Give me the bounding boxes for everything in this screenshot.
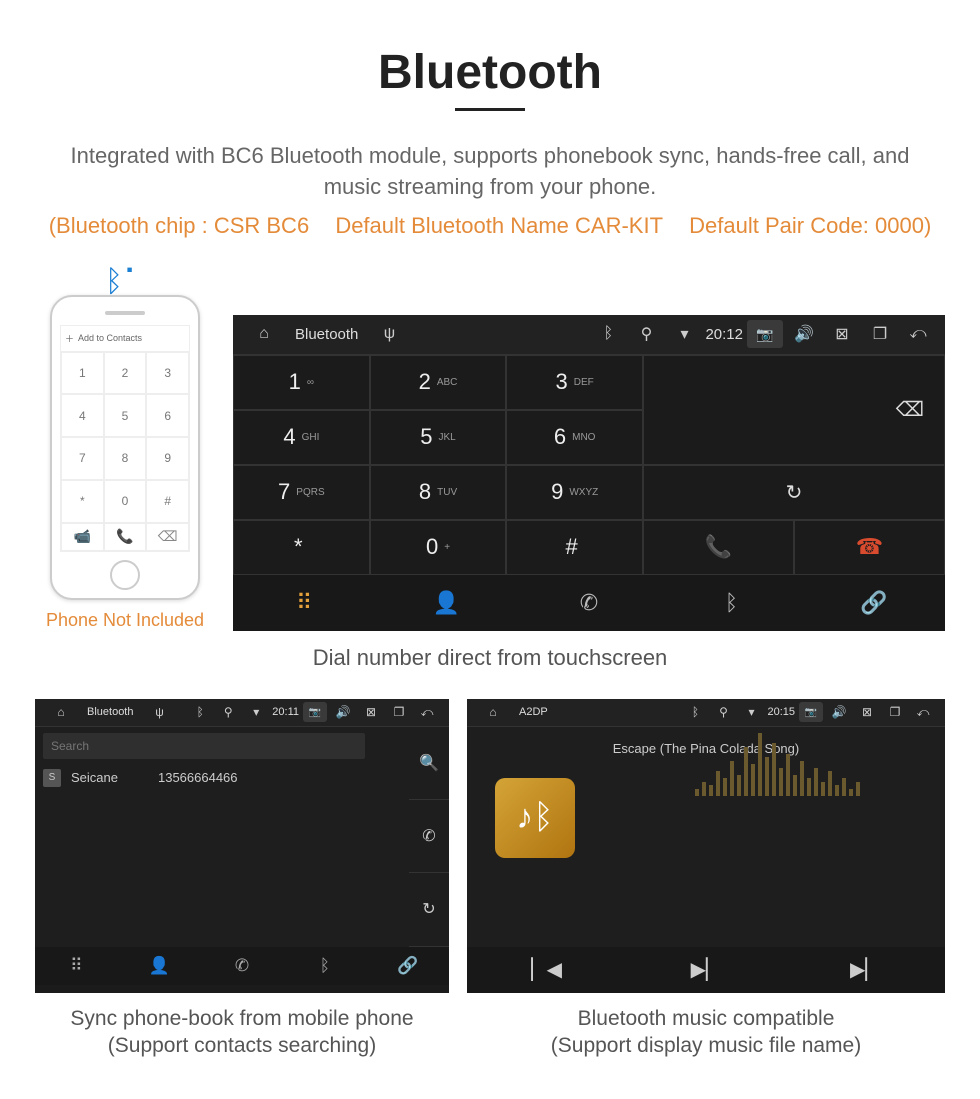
phone-column: ᛒ⠁ ＋ Add to Contacts 123 456 789 *0# [35, 264, 215, 631]
key-1[interactable]: 1∞ [233, 355, 370, 410]
key-7[interactable]: 7PQRS [233, 465, 370, 520]
statusbar-clock: 20:15 [767, 706, 795, 718]
hangup-button[interactable]: ☎ [794, 520, 945, 575]
statusbar-clock: 20:11 [272, 706, 299, 718]
music-panel: ⌂ A2DP ᛒ ⚲ ▾ 20:15 📷 🔊 ⊠ ❐ ⤺ [467, 699, 945, 1060]
bluetooth-icon: ᛒ [188, 700, 212, 724]
close-icon[interactable]: ⊠ [825, 317, 859, 351]
spec-chip: (Bluetooth chip : CSR BC6 [49, 213, 309, 238]
location-icon: ⚲ [216, 700, 240, 724]
dial-keypad: 1∞ 2ABC 3DEF 4GHI 5JKL 6MNO 7PQRS 8TUV 9… [233, 355, 643, 575]
screenshot-icon[interactable]: 📷 [747, 320, 783, 348]
intro-text: Integrated with BC6 Bluetooth module, su… [55, 141, 925, 203]
tab-calllog[interactable]: ✆ [518, 575, 660, 631]
home-icon[interactable]: ⌂ [247, 317, 281, 351]
key-star[interactable]: * [233, 520, 370, 575]
number-display: ⌫ [643, 355, 945, 465]
page-title: Bluetooth [35, 45, 945, 100]
key-2[interactable]: 2ABC [370, 355, 507, 410]
volume-icon[interactable]: 🔊 [331, 700, 355, 724]
back-icon[interactable]: ⤺ [901, 317, 935, 351]
back-icon[interactable]: ⤺ [911, 700, 935, 724]
recents-icon[interactable]: ❐ [387, 700, 411, 724]
dialer-headunit: ⌂ Bluetooth ψ ᛒ ⚲ ▾ 20:12 📷 🔊 ⊠ ❐ ⤺ [233, 315, 945, 631]
equalizer [695, 726, 945, 796]
key-9[interactable]: 9WXYZ [506, 465, 643, 520]
bluetooth-signal-icon: ᛒ⠁ [35, 264, 215, 299]
backspace-icon[interactable]: ⌫ [896, 397, 924, 422]
tab-bluetooth[interactable]: ᛒ [660, 575, 802, 631]
key-8[interactable]: 8TUV [370, 465, 507, 520]
refresh-icon[interactable]: ↻ [409, 873, 449, 946]
recents-icon[interactable]: ❐ [883, 700, 907, 724]
refresh-button[interactable]: ↻ [643, 465, 945, 520]
play-pause-button[interactable]: ▶▏ [626, 947, 785, 993]
contact-number: 13566664466 [158, 770, 238, 785]
bluetooth-icon: ᛒ [591, 317, 625, 351]
usb-icon: ψ [372, 317, 406, 351]
smartphone-mock: ＋ Add to Contacts 123 456 789 *0# 📹 📞 ⌫ [50, 295, 200, 600]
album-art-icon: ♪ᛒ [495, 778, 575, 858]
bluetooth-icon: ᛒ [683, 700, 707, 724]
statusbar-title: A2DP [519, 706, 548, 718]
dialer-caption: Dial number direct from touchscreen [35, 645, 945, 671]
tab-contacts[interactable]: 👤 [118, 947, 201, 985]
spec-line: (Bluetooth chip : CSR BC6 Default Blueto… [35, 213, 945, 239]
statusbar-title: Bluetooth [87, 706, 133, 718]
next-track-button[interactable]: ▶▏ [786, 947, 945, 993]
contact-name: Seicane [71, 770, 118, 785]
key-3[interactable]: 3DEF [506, 355, 643, 410]
key-4[interactable]: 4GHI [233, 410, 370, 465]
usb-icon: ψ [147, 700, 171, 724]
prev-track-button[interactable]: ▏◀ [467, 947, 626, 993]
tab-contacts[interactable]: 👤 [375, 575, 517, 631]
tab-link[interactable]: 🔗 [803, 575, 945, 631]
home-icon[interactable]: ⌂ [49, 700, 73, 724]
phone-add-contacts: Add to Contacts [78, 333, 142, 343]
title-underline [455, 108, 525, 111]
close-icon[interactable]: ⊠ [855, 700, 879, 724]
volume-icon[interactable]: 🔊 [787, 317, 821, 351]
wifi-icon: ▾ [667, 317, 701, 351]
phonebook-caption: Sync phone-book from mobile phone (Suppo… [35, 1005, 449, 1060]
key-0[interactable]: 0+ [370, 520, 507, 575]
key-6[interactable]: 6MNO [506, 410, 643, 465]
phone-keypad: 123 456 789 *0# [61, 352, 189, 523]
music-caption: Bluetooth music compatible (Support disp… [467, 1005, 945, 1060]
contact-avatar: S [43, 769, 61, 787]
call-icon[interactable]: ✆ [409, 800, 449, 873]
spec-code: Default Pair Code: 0000) [689, 213, 931, 238]
screenshot-icon[interactable]: 📷 [799, 702, 823, 722]
phonebook-panel: ⌂ Bluetooth ψ ᛒ ⚲ ▾ 20:11 📷 🔊 ⊠ ❐ ⤺ [35, 699, 449, 1060]
phone-not-included-label: Phone Not Included [35, 610, 215, 631]
volume-icon[interactable]: 🔊 [827, 700, 851, 724]
spec-name: Default Bluetooth Name CAR-KIT [335, 213, 663, 238]
home-icon[interactable]: ⌂ [481, 700, 505, 724]
screenshot-icon[interactable]: 📷 [303, 702, 327, 722]
wifi-icon: ▾ [739, 700, 763, 724]
tab-calllog[interactable]: ✆ [201, 947, 284, 985]
location-icon: ⚲ [629, 317, 663, 351]
dialer-tabs: ⠿ 👤 ✆ ᛒ 🔗 [233, 575, 945, 631]
tab-bluetooth[interactable]: ᛒ [283, 947, 366, 985]
recents-icon[interactable]: ❐ [863, 317, 897, 351]
location-icon: ⚲ [711, 700, 735, 724]
back-icon[interactable]: ⤺ [415, 700, 439, 724]
search-icon[interactable]: 🔍 [409, 727, 449, 800]
call-button[interactable]: 📞 [643, 520, 794, 575]
contact-row[interactable]: S Seicane 13566664466 [43, 769, 401, 787]
dialer-statusbar: ⌂ Bluetooth ψ ᛒ ⚲ ▾ 20:12 📷 🔊 ⊠ ❐ ⤺ [233, 315, 945, 355]
tab-link[interactable]: 🔗 [366, 947, 449, 985]
statusbar-clock: 20:12 [705, 326, 743, 343]
tab-keypad[interactable]: ⠿ [35, 947, 118, 985]
key-hash[interactable]: # [506, 520, 643, 575]
wifi-icon: ▾ [244, 700, 268, 724]
search-input[interactable] [43, 733, 365, 759]
statusbar-title: Bluetooth [295, 326, 358, 343]
close-icon[interactable]: ⊠ [359, 700, 383, 724]
key-5[interactable]: 5JKL [370, 410, 507, 465]
tab-keypad[interactable]: ⠿ [233, 575, 375, 631]
